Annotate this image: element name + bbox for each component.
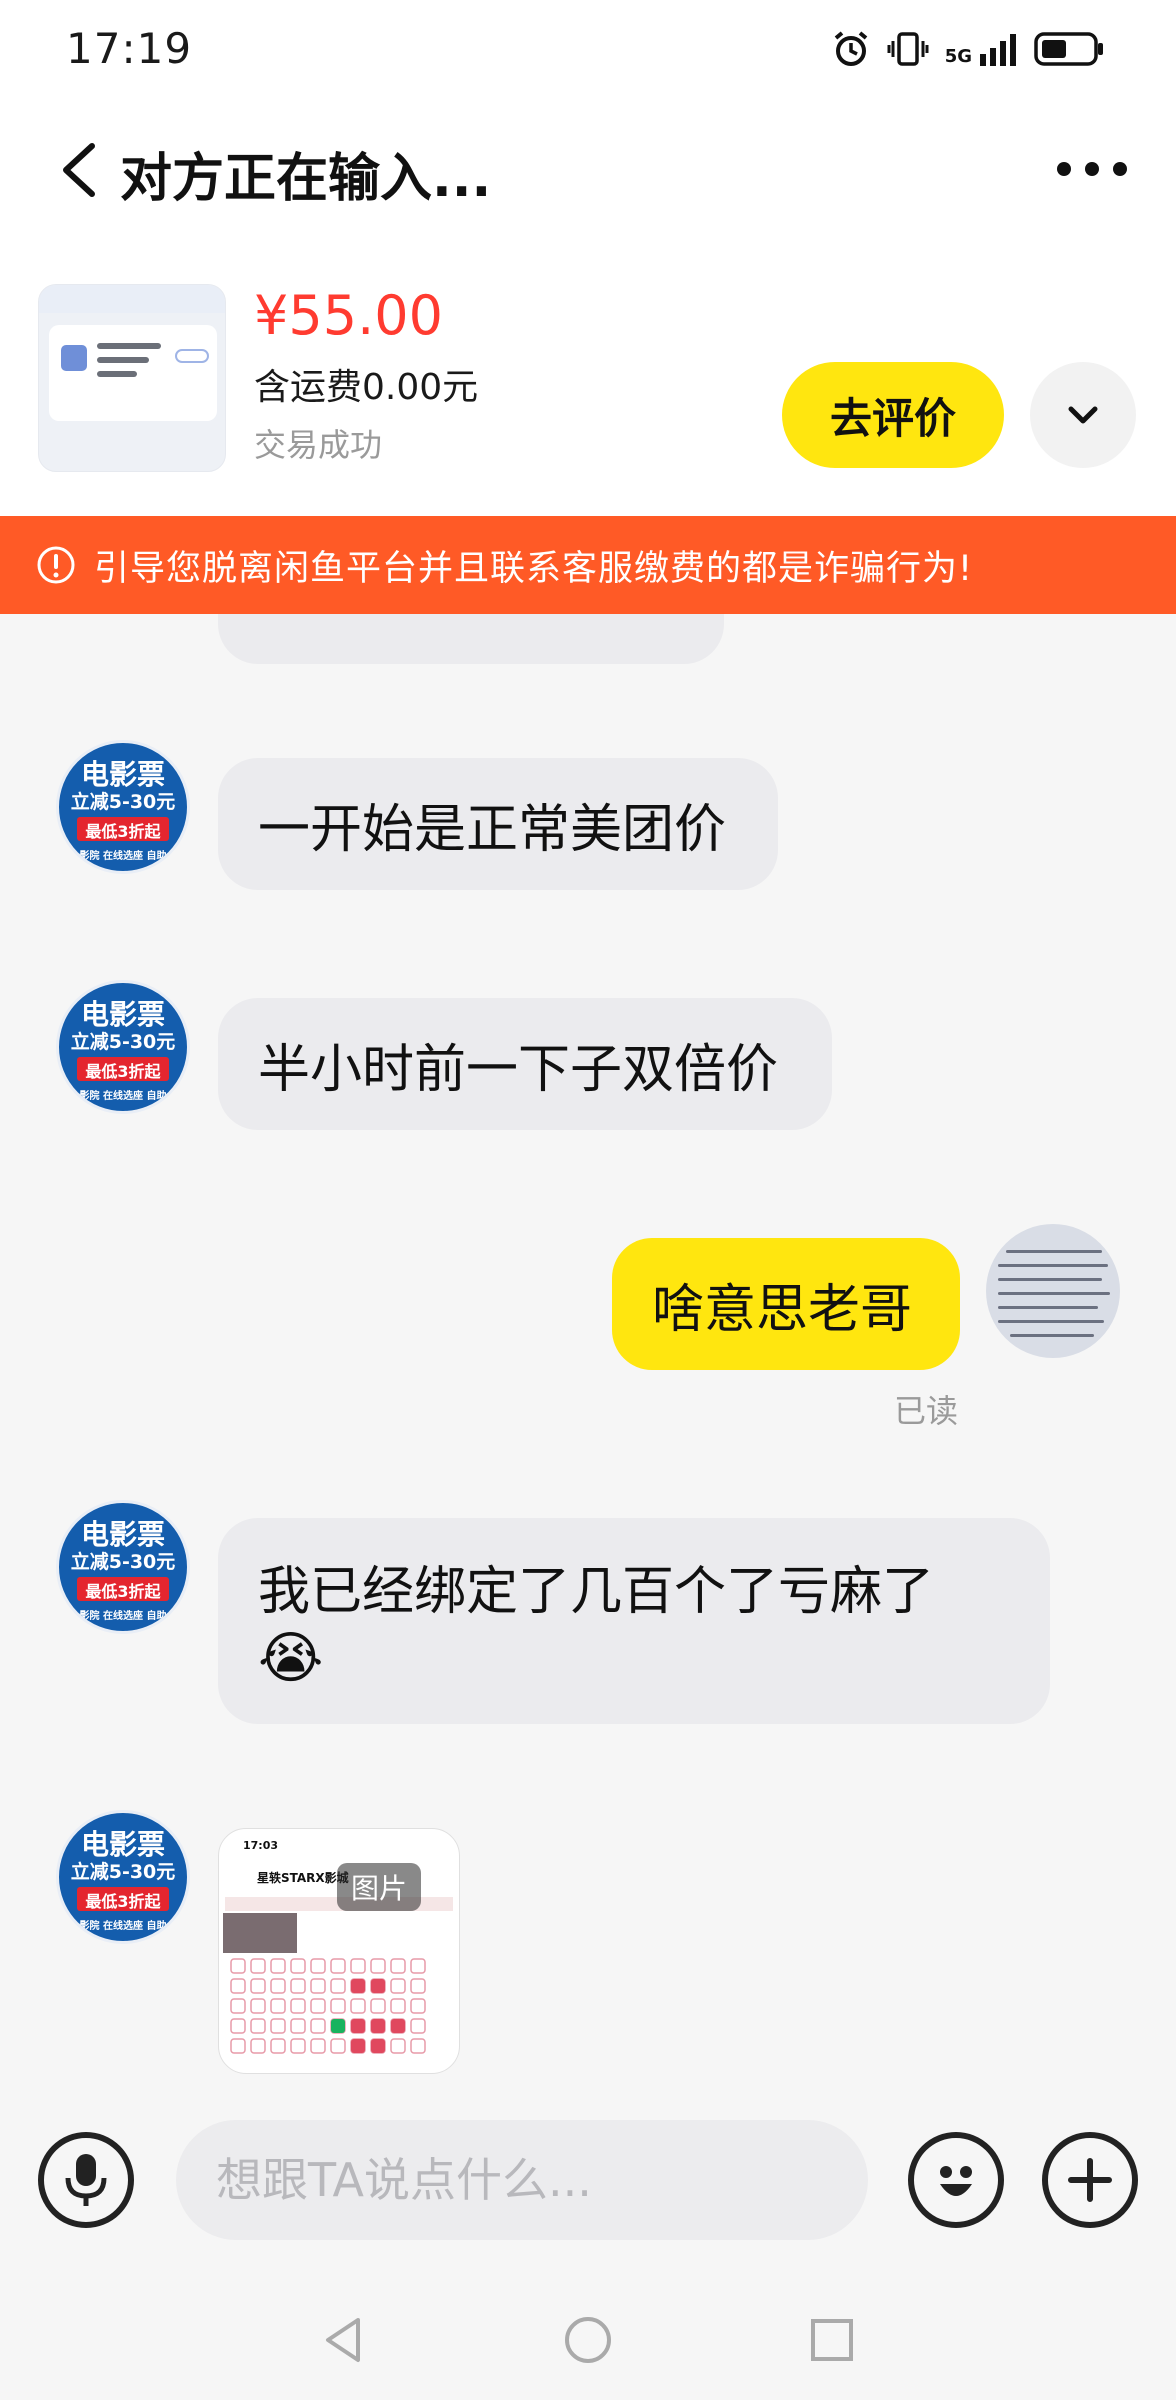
image-time: 17:03: [243, 1839, 279, 1852]
previous-message-bubble: [218, 614, 724, 664]
signal-icon: [980, 34, 1016, 66]
read-receipt: 已读: [894, 1392, 959, 1430]
message-text: 我已经绑定了几百个了亏麻了: [258, 1561, 935, 1622]
chat-messages[interactable]: 电影票 立减5-30元 最低3折起 影院 在线选座 自助 一开始是正常美团价 电…: [0, 614, 1176, 2080]
message-input[interactable]: [176, 2120, 868, 2240]
nav-home-button[interactable]: [558, 2310, 618, 2370]
product-thumbnail[interactable]: [38, 284, 226, 472]
product-card[interactable]: ¥55.00 含运费0.00元 交易成功 去评价: [0, 240, 1176, 516]
message-bubble-outgoing[interactable]: 啥意思老哥: [612, 1238, 960, 1370]
image-title: 星轶STARX影城: [257, 1871, 349, 1885]
back-triangle-icon: [326, 2318, 360, 2362]
network-indicator: 5G: [945, 32, 1018, 66]
nav-back-button[interactable]: [314, 2310, 374, 2370]
message-bubble[interactable]: 半小时前一下子双倍价: [218, 998, 832, 1130]
fraud-warning-banner: 引导您脱离闲鱼平台并且联系客服缴费的都是诈骗行为!: [0, 516, 1176, 614]
review-button[interactable]: 去评价: [782, 362, 1004, 468]
seat-map: [230, 1958, 426, 2054]
image-message[interactable]: 17:03 星轶STARX影城 图片: [218, 1828, 460, 2074]
smiley-icon: [940, 2166, 972, 2196]
nav-recents-button[interactable]: [802, 2310, 862, 2370]
microphone-icon: [65, 2154, 107, 2206]
message-bubble[interactable]: 我已经绑定了几百个了亏麻了 😭: [218, 1518, 1050, 1724]
more-dots-icon: [1057, 162, 1127, 176]
avatar[interactable]: 电影票 立减5-30元 最低3折起 影院 在线选座 自助: [56, 1500, 190, 1634]
battery-icon: [1034, 32, 1103, 66]
add-button[interactable]: [1042, 2132, 1138, 2228]
status-bar: 17:19 5G: [0, 0, 1176, 100]
status-time: 17:19: [66, 24, 193, 73]
page-title: 对方正在输入...: [120, 149, 492, 209]
network-label: 5G: [944, 46, 972, 67]
home-circle-icon: [565, 2317, 611, 2363]
status-icons: 5G: [831, 26, 1106, 72]
alert-circle-icon: [37, 546, 75, 584]
user-avatar[interactable]: [986, 1224, 1120, 1358]
recents-square-icon: [811, 2319, 853, 2361]
avatar[interactable]: 电影票 立减5-30元 最低3折起 影院 在线选座 自助: [56, 740, 190, 874]
system-nav-bar: [0, 2280, 1176, 2400]
chevron-left-icon: [63, 143, 95, 197]
warning-text: 引导您脱离闲鱼平台并且联系客服缴费的都是诈骗行为!: [94, 548, 974, 589]
back-button[interactable]: [52, 140, 112, 200]
avatar[interactable]: 电影票 立减5-30元 最低3折起 影院 在线选座 自助: [56, 1810, 190, 1944]
chat-header: 对方正在输入...: [0, 100, 1176, 240]
crying-emoji: 😭: [258, 1625, 324, 1691]
avatar[interactable]: 电影票 立减5-30元 最低3折起 影院 在线选座 自助: [56, 980, 190, 1114]
chevron-down-icon: [1068, 406, 1098, 424]
input-bar: [0, 2080, 1176, 2280]
product-price: ¥55.00: [254, 284, 443, 347]
message-bubble[interactable]: 一开始是正常美团价: [218, 758, 778, 890]
more-options-button[interactable]: [1052, 154, 1132, 184]
plus-icon: [1068, 2158, 1112, 2202]
trade-status: 交易成功: [254, 426, 383, 464]
emoji-button[interactable]: [908, 2132, 1004, 2228]
vibrate-icon: [887, 32, 929, 66]
image-label: 图片: [337, 1863, 422, 1911]
product-shipping: 含运费0.00元: [254, 367, 479, 408]
expand-button[interactable]: [1030, 362, 1136, 468]
voice-button[interactable]: [38, 2132, 134, 2228]
alarm-icon: [834, 31, 867, 66]
